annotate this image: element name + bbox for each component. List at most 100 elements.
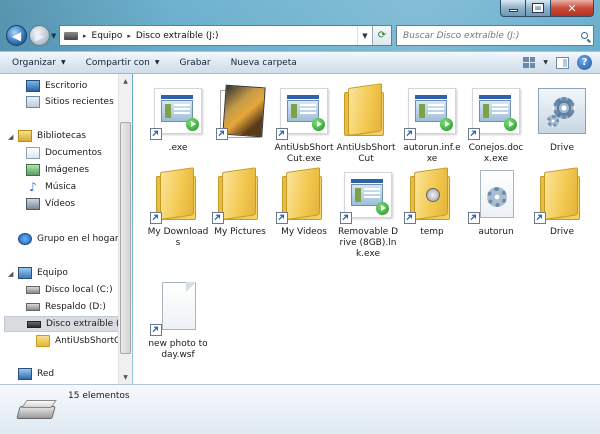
expand-arrow-icon[interactable]: ◢ [8,133,13,141]
file-item[interactable]: ➜ My Videos [273,167,335,238]
nav-item-videos[interactable]: Vídeos [26,196,75,212]
nav-pane-scrollbar[interactable]: ▲ ▼ [118,74,132,384]
file-item[interactable]: ➜ My Downloads [147,167,209,249]
music-icon: ♪ [29,180,37,194]
breadcrumb-separator[interactable]: ▸ [83,32,87,40]
nav-item-backup-d[interactable]: Respaldo (D:) [26,299,106,315]
file-item[interactable]: ➜ autorun.inf.exe [401,84,463,165]
nav-item-documents[interactable]: Documentos [26,145,102,161]
nav-item-antiusbshortcut[interactable]: AntiUsbShortC [36,333,120,349]
nav-item-homegroup[interactable]: Grupo en el hogar [18,231,119,247]
nav-item-computer[interactable]: Equipo [18,265,68,281]
nav-item-label: Documentos [45,148,102,158]
file-item[interactable]: ➜ Removable Drive (8GB).lnk.exe [337,168,399,260]
new-folder-button[interactable]: Nueva carpeta [231,58,297,68]
nav-item-desktop[interactable]: Escritorio [26,78,87,94]
nav-item-pictures[interactable]: Imágenes [26,162,89,178]
minimize-button[interactable] [500,0,526,17]
burn-button[interactable]: Grabar [180,58,211,68]
nav-item-label: Sitios recientes [45,97,114,107]
file-name: Drive [550,143,574,153]
file-item[interactable]: AntiUsbShortCut [335,83,397,165]
file-name: Conejos.docx.exe [468,143,524,164]
scrollbar-thumb[interactable] [120,122,131,354]
drive-icon [64,31,78,40]
folder-icon: ➜ [533,167,590,225]
nav-item-removable-disk-j[interactable]: Disco extraíble (J:) [4,316,129,332]
chevron-down-icon: ▼ [362,31,368,40]
file-item[interactable]: ➜ [213,84,275,143]
file-name: autorun [478,227,514,237]
file-item[interactable]: ➜ Drive [531,167,593,238]
nav-item-music[interactable]: ♪ Música [26,179,76,195]
help-icon[interactable]: ? [577,55,592,70]
exe-icon: ➜ [403,84,460,141]
homegroup-icon [18,233,32,245]
nav-item-local-disk-c[interactable]: Disco local (C:) [26,282,113,298]
file-item[interactable]: ➜ autorun [465,168,527,238]
documents-icon [26,147,40,159]
file-item[interactable]: ➜ My Pictures [209,167,271,238]
nav-item-recent-places[interactable]: Sitios recientes [26,94,114,110]
search-input[interactable]: Buscar Disco extraíble (J:) [403,31,575,41]
maximize-button[interactable] [526,0,551,17]
address-bar[interactable]: ▸ Equipo ▸ Disco extraíble (J:) ▼ ⟳ [59,25,392,46]
pictures-icon [26,164,40,176]
file-item[interactable]: ➜ Conejos.docx.exe [465,84,527,165]
file-name: My Downloads [147,227,209,248]
new-folder-label: Nueva carpeta [230,57,297,68]
music-folder-icon: ➜ [403,167,460,225]
nav-item-label: Imágenes [45,165,90,175]
breadcrumb-separator[interactable]: ▸ [127,32,131,40]
nav-item-network[interactable]: Red [18,366,54,382]
address-dropdown-button[interactable]: ▼ [357,26,372,45]
exe-icon: ➜ [149,84,206,141]
scroll-down-icon[interactable]: ▼ [119,370,132,384]
close-button[interactable]: ✕ [551,0,594,17]
image-file-icon: ➜ [215,84,272,141]
view-options-dropdown[interactable]: ▼ [543,59,548,66]
libraries-icon [18,130,32,142]
search-icon[interactable] [575,32,593,39]
file-item[interactable]: ➜ new photo today.wsf [147,280,209,361]
nav-item-label: Bibliotecas [37,131,87,141]
refresh-icon: ⟳ [377,30,387,41]
file-name: AntiUsbShortCut [336,143,396,164]
maximize-icon [532,3,544,13]
nav-item-libraries[interactable]: Bibliotecas [18,128,86,144]
folder-icon [36,335,50,347]
shortcut-arrow-icon: ➜ [466,126,481,141]
organize-menu-button[interactable]: Organizar ▼ [12,58,66,68]
file-name: My Videos [281,227,327,237]
file-name: Drive [550,227,574,237]
exe-icon: ➜ [275,84,332,141]
refresh-button[interactable]: ⟳ [372,26,391,45]
removable-drive-icon [16,400,57,420]
nav-item-label: Respaldo (D:) [45,302,106,312]
file-item[interactable]: Drive [531,84,593,154]
recent-pages-dropdown[interactable]: ▼ [51,32,56,40]
nav-item-label: AntiUsbShortC [55,336,121,346]
share-with-menu-button[interactable]: Compartir con ▼ [86,58,160,68]
preview-pane-icon[interactable] [556,56,569,69]
breadcrumb-removable-disk[interactable]: Disco extraíble (J:) [136,31,219,41]
script-file-icon: ➜ [149,280,206,337]
organize-label: Organizar [12,57,56,68]
back-button[interactable]: ◀ [6,25,27,46]
file-name: My Pictures [214,227,266,237]
breadcrumb-equipo[interactable]: Equipo [92,31,123,41]
autorun-gear-icon: ➜ [467,168,524,225]
forward-button[interactable]: ▶ [29,25,50,46]
file-item[interactable]: ➜ temp [401,167,463,238]
search-box[interactable]: Buscar Disco extraíble (J:) [396,25,594,46]
change-view-icon[interactable] [523,57,536,68]
scroll-up-icon[interactable]: ▲ [119,74,132,88]
expand-arrow-icon[interactable]: ◢ [8,270,13,278]
file-item[interactable]: ➜ .exe [147,84,209,154]
nav-item-label: Equipo [37,268,68,278]
chevron-down-icon: ▼ [154,59,160,66]
file-item[interactable]: ➜ AntiUsbShortCut.exe [273,84,335,165]
back-arrow-icon: ◀ [11,28,22,43]
chevron-down-icon: ▼ [61,59,66,66]
folder-icon: ➜ [275,167,332,225]
